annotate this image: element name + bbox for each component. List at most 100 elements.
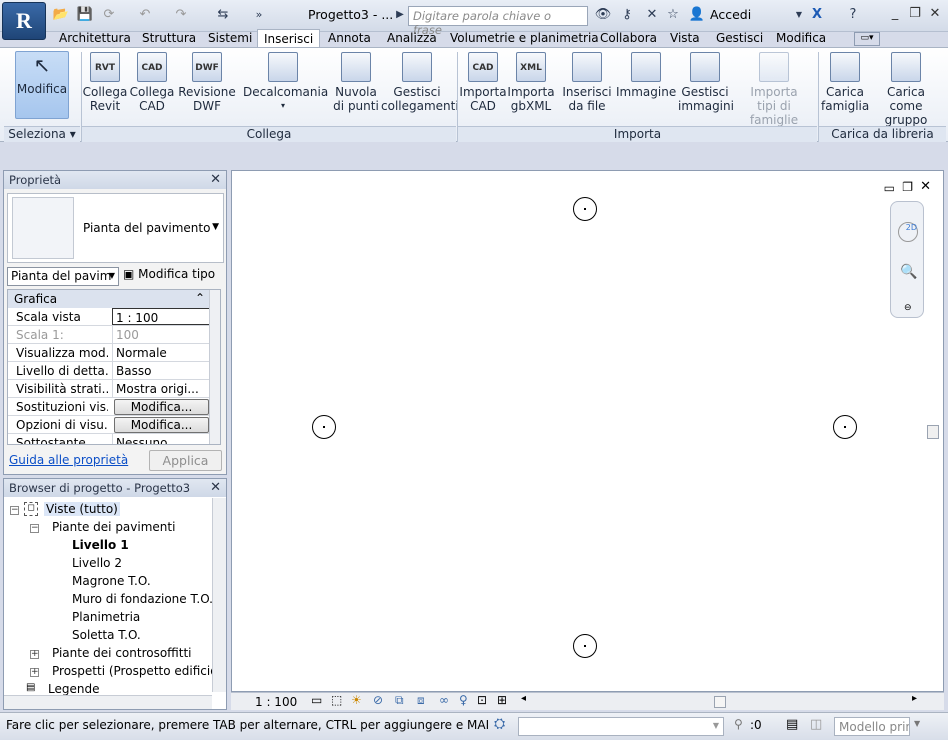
temp-hide-icon[interactable]: ∞ [439,693,449,707]
scroll-right-icon[interactable]: ▸ [912,693,917,704]
import-gbxml-button[interactable]: XML Importa gbXML [507,52,555,113]
edit-type-button[interactable]: ▣ Modifica tipo [123,267,215,281]
binoculars-icon[interactable]: 👁 [594,7,612,23]
worksharing-icon[interactable]: ⛭ [494,716,505,732]
elevation-marker-north[interactable] [573,197,597,221]
minimize-window-button[interactable]: _ [886,6,904,22]
tab-collabora[interactable]: Collabora [600,30,657,48]
instance-filter-select[interactable]: Pianta del pavim ▼ [7,267,119,286]
subscription-icon[interactable]: ⚷ [618,7,636,23]
favorites-icon[interactable]: ☆ [664,7,682,23]
prop-value[interactable]: Basso [112,362,211,379]
undo-icon[interactable]: ↶ [136,7,154,23]
save-icon[interactable]: 💾 [76,7,94,23]
link-cad-button[interactable]: CAD Collega CAD [129,52,175,113]
close-window-button[interactable]: ✕ [926,6,944,22]
point-cloud-button[interactable]: Nuvola di punti [333,52,379,113]
panel-seleziona[interactable]: Seleziona ▾ [4,126,80,142]
steering-wheel-icon[interactable]: 2D [898,222,918,242]
search-input[interactable]: Digitare parola chiave o frase [408,6,588,37]
restore-window-button[interactable]: ❐ [906,6,924,22]
tree-item-elevations[interactable]: Prospetti (Prospetto edificio) [52,664,222,678]
visual-style-icon[interactable]: ⬚ [331,693,342,707]
tab-vista[interactable]: Vista [670,30,700,48]
expand-icon[interactable]: + [30,650,39,659]
prop-value[interactable]: Mostra origi... [112,380,211,397]
browser-vertical-scrollbar[interactable] [212,498,226,692]
decal-button[interactable]: Decalcomania ▾ [243,52,328,113]
tree-item-legends[interactable]: Legende [48,682,99,696]
filter-icon[interactable]: ⚲ [734,717,743,731]
tab-architettura[interactable]: Architettura [59,30,131,48]
tree-item-ceiling-plans[interactable]: Piante dei controsoffitti [52,646,192,660]
tab-struttura[interactable]: Struttura [142,30,196,48]
sign-in-button[interactable]: Accedi [710,7,751,22]
zoom-region-icon[interactable]: 🔍 [900,264,917,280]
close-icon[interactable]: ✕ [210,172,221,187]
tab-sistemi[interactable]: Sistemi [208,30,252,48]
sun-path-icon[interactable]: ☀ [351,693,362,707]
expand-icon[interactable]: + [30,668,39,677]
tab-volumetrie[interactable]: Volumetrie e planimetria [450,30,599,48]
help-icon[interactable]: ? [844,7,862,23]
tab-modifica[interactable]: Modifica [776,30,826,48]
load-as-group-button[interactable]: Carica come gruppo [870,52,942,127]
tree-item-views-root[interactable]: Viste (tutto) [44,502,120,516]
image-button[interactable]: Immagine [616,52,676,99]
detail-level-icon[interactable]: ▭ [311,693,322,707]
collapse-icon[interactable]: − [10,506,19,515]
exchange-apps-icon[interactable]: X [808,7,826,23]
analytical-model-icon[interactable]: ⊞ [497,693,507,707]
tree-item-level[interactable]: Soletta T.O. [72,628,141,642]
nav-options-icon[interactable]: ⊖ [904,303,912,313]
redo-icon[interactable]: ↷ [172,7,190,23]
group-header[interactable]: Grafica ⌃ [8,290,211,308]
show-crop-icon[interactable]: ⧈ [417,693,425,708]
tab-annota[interactable]: Annota [328,30,371,48]
collapse-icon[interactable]: − [30,524,39,533]
drawing-area[interactable]: ▭ ❐ ✕ [231,170,944,692]
communication-icon[interactable]: ✕ [643,7,661,23]
manage-images-button[interactable]: Gestisci immagini [678,52,734,113]
import-family-types-button[interactable]: Importa tipi di famiglie [733,52,815,127]
close-view-icon[interactable]: ✕ [920,179,931,194]
properties-help-link[interactable]: Guida alle proprietà [9,453,128,467]
expand-search-icon[interactable]: ▶ [391,7,409,23]
tree-item-floor-plans[interactable]: Piante dei pavimenti [52,520,175,534]
prop-value[interactable]: Nessuno [112,434,211,444]
open-icon[interactable]: 📂 [52,7,70,23]
chevron-down-icon[interactable]: ▼ [212,222,219,232]
manage-links-button[interactable]: Gestisci collegamenti [381,52,459,113]
tab-analizza[interactable]: Analizza [387,30,437,48]
tree-item-level[interactable]: Magrone T.O. [72,574,151,588]
horizontal-scroll-thumb[interactable] [714,696,726,708]
elevation-marker-east[interactable] [833,415,857,439]
workset-select[interactable]: ▼ [518,717,724,736]
application-menu-button[interactable]: R [2,2,46,40]
insert-from-file-button[interactable]: Inserisci da file [562,52,612,113]
tree-item-level[interactable]: Livello 1 [72,538,129,552]
user-icon[interactable]: 👤 [688,7,706,23]
edit-display-options-button[interactable]: Modifica... [114,417,209,433]
chevron-down-icon[interactable]: ▼ [914,719,920,728]
minimize-view-icon[interactable]: ▭ [884,181,895,195]
scale-input[interactable]: 1 : 100 [112,308,211,325]
temp-properties-icon[interactable]: ⊡ [477,693,487,707]
link-revit-button[interactable]: RVT Collega Revit [82,52,128,113]
close-icon[interactable]: ✕ [210,480,221,495]
sync-icon[interactable]: ⟳ [100,7,118,23]
properties-scrollbar[interactable] [209,290,220,444]
measure-icon[interactable]: ⇆ [214,7,232,23]
modifica-button[interactable]: ↖ Modifica [15,51,69,119]
load-family-button[interactable]: Carica famiglia [821,52,869,113]
tree-item-level[interactable]: Planimetria [72,610,140,624]
tab-gestisci[interactable]: Gestisci [716,30,763,48]
import-cad-button[interactable]: CAD Importa CAD [459,52,507,113]
browser-horizontal-scrollbar[interactable] [4,695,212,709]
apply-button[interactable]: Applica [149,450,222,471]
dwf-markup-button[interactable]: DWF Revisione DWF [178,52,236,113]
signin-dropdown-icon[interactable]: ▼ [790,7,808,23]
more-tools-button[interactable]: » [250,7,268,23]
tab-inserisci[interactable]: Inserisci [257,29,321,49]
elevation-marker-west[interactable] [312,415,336,439]
